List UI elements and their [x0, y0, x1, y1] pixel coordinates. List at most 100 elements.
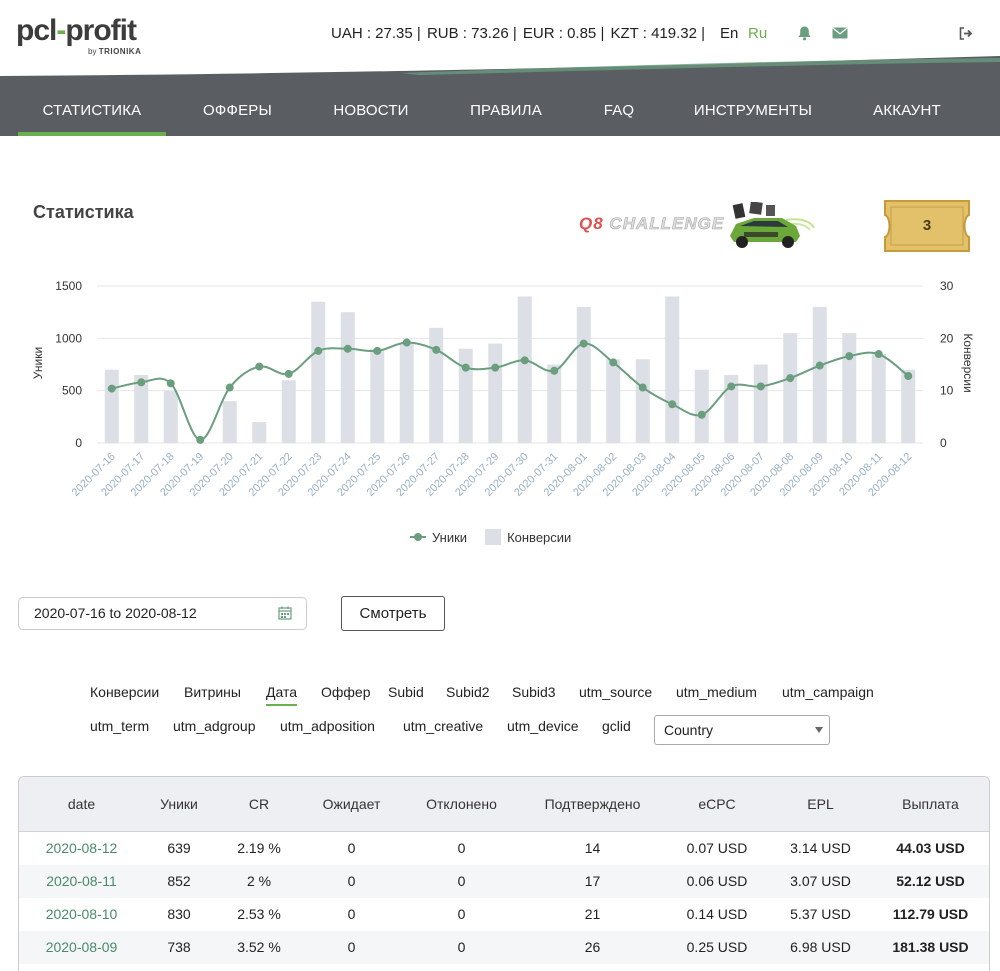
cell-uniques: 639 — [167, 840, 191, 856]
promo-banner[interactable]: Q8 CHALLENGE — [576, 190, 846, 250]
nav-account[interactable]: АККАУНТ — [862, 76, 952, 136]
legend-uniques[interactable]: Уники — [410, 530, 467, 545]
cell-epl: 3.14 USD — [790, 840, 851, 856]
view-button[interactable]: Смотреть — [341, 596, 445, 631]
legend-conversions[interactable]: Конверсии — [485, 529, 571, 545]
table-row: 2020-08-09 738 3.52 % 0 0 26 0.25 USD 6.98 USD 1… — [19, 931, 989, 964]
cell-date[interactable]: 2020-08-09 — [19, 931, 144, 964]
cell-date[interactable]: 2020-08-12 — [19, 832, 144, 865]
nav-rules[interactable]: ПРАВИЛА — [458, 76, 554, 136]
y-left-tick-label: 500 — [62, 384, 82, 398]
conversion-bar — [104, 369, 119, 443]
calendar-icon[interactable] — [278, 606, 292, 620]
stats-chart: 0 0 500 10 1000 20 1500 30 Уники Конверсии 2020-07… — [0, 270, 1000, 570]
mail-icon[interactable] — [831, 24, 849, 42]
col-epl[interactable]: EPL — [773, 777, 868, 832]
tab-utm-device[interactable]: utm_device — [507, 718, 579, 734]
tab-offer[interactable]: Оффер — [321, 684, 371, 700]
tab-showcases[interactable]: Витрины — [184, 684, 241, 700]
uniques-point — [815, 361, 824, 370]
tab-utm-campaign[interactable]: utm_campaign — [782, 684, 874, 700]
conversion-bar — [163, 390, 178, 443]
cell-date[interactable]: 2020-08-10 — [19, 898, 144, 931]
tab-utm-source[interactable]: utm_source — [579, 684, 652, 700]
col-date[interactable]: date — [19, 777, 144, 832]
tab-gclid[interactable]: gclid — [602, 718, 631, 734]
uniques-point — [845, 352, 854, 361]
conversion-bar — [252, 422, 267, 443]
tab-utm-term[interactable]: utm_term — [90, 718, 149, 734]
tab-subid2[interactable]: Subid2 — [446, 684, 490, 700]
col-payout[interactable]: Выплата — [868, 777, 989, 832]
col-rejected[interactable]: Отклонено — [399, 777, 524, 832]
top-header: pcl-profit by TRIONIKA UAH : 27.35 | RUB… — [0, 0, 1000, 76]
cell-cr: 3.52 % — [237, 939, 281, 955]
cell-pending: 0 — [347, 939, 356, 955]
col-confirmed[interactable]: Подтверждено — [524, 777, 661, 832]
conversion-bar — [783, 333, 798, 443]
cell-confirmed: 17 — [584, 873, 601, 889]
uniques-point — [461, 363, 470, 372]
header-wave-decoration — [0, 56, 1000, 76]
bell-icon[interactable] — [795, 24, 813, 42]
y-right-tick-label: 0 — [940, 436, 947, 450]
uniques-point — [255, 362, 264, 371]
rate-rub: RUB : 73.26 | — [426, 25, 517, 42]
uniques-point — [727, 382, 736, 391]
nav-news[interactable]: НОВОСТИ — [322, 76, 420, 136]
cell-pending: 0 — [347, 840, 356, 856]
nav-statistics[interactable]: СТАТИСТИКА — [18, 76, 166, 136]
col-uniques[interactable]: Уники — [144, 777, 214, 832]
tab-utm-medium[interactable]: utm_medium — [676, 684, 757, 700]
conversion-bar — [222, 401, 237, 443]
tab-utm-creative[interactable]: utm_creative — [403, 718, 483, 734]
conversion-bar — [370, 348, 385, 443]
rate-uah: UAH : 27.35 | — [331, 25, 421, 42]
nav-faq[interactable]: FAQ — [594, 76, 644, 136]
table-row: 2020-08-10 830 2.53 % 0 0 21 0.14 USD 5.37 USD 1… — [19, 898, 989, 931]
logout-icon[interactable] — [957, 24, 975, 42]
cell-payout: 52.12 USD — [896, 873, 965, 889]
stats-table: date Уники CR Ожидает Отклонено Подтверж… — [18, 776, 990, 971]
logo-tagline: by TRIONIKA — [88, 47, 142, 56]
tab-utm-adposition[interactable]: utm_adposition — [280, 718, 375, 734]
country-select-value: Country — [664, 722, 714, 738]
y-left-tick-label: 1000 — [55, 331, 82, 345]
y-right-tick-label: 30 — [940, 279, 954, 293]
country-select[interactable]: Country — [654, 715, 830, 745]
conversion-bar — [753, 364, 768, 443]
uniques-point — [609, 358, 618, 367]
col-cr[interactable]: CR — [214, 777, 304, 832]
tab-subid[interactable]: Subid — [388, 684, 424, 700]
tab-subid3[interactable]: Subid3 — [512, 684, 556, 700]
uniques-point — [225, 383, 234, 392]
tab-conversions[interactable]: Конверсии — [90, 684, 159, 700]
y-left-axis-label: Уники — [31, 347, 45, 379]
cell-date[interactable]: 2020-08-11 — [19, 865, 144, 898]
page-title: Статистика — [33, 202, 134, 222]
lang-en-link[interactable]: En — [720, 25, 738, 42]
uniques-point — [786, 374, 795, 383]
rate-eur: EUR : 0.85 | — [522, 25, 605, 42]
date-range-input[interactable]: 2020-07-16 to 2020-08-12 — [18, 597, 307, 630]
logo[interactable]: pcl-profit by TRIONIKA — [16, 14, 156, 60]
conversion-bar — [871, 354, 886, 443]
nav-offers[interactable]: ОФФЕРЫ — [190, 76, 285, 136]
lang-ru-link[interactable]: Ru — [748, 25, 767, 42]
conversion-bar — [517, 296, 532, 443]
cell-uniques: 852 — [167, 873, 191, 889]
cell-epl: 5.37 USD — [790, 906, 851, 922]
chevron-down-icon — [815, 727, 823, 733]
ticket-counter[interactable]: 3 — [881, 195, 973, 257]
table-row: 2020-08-11 852 2 % 0 0 17 0.06 USD 3.07 USD 52.1… — [19, 865, 989, 898]
nav-tools[interactable]: ИНСТРУМЕНТЫ — [684, 76, 822, 136]
cell-rejected: 0 — [457, 873, 466, 889]
tab-date[interactable]: Дата — [266, 684, 298, 706]
uniques-point — [166, 379, 175, 388]
col-pending[interactable]: Ожидает — [304, 777, 399, 832]
col-ecpc[interactable]: eCPC — [661, 777, 773, 832]
conversion-bar — [488, 343, 503, 443]
cell-confirmed: 21 — [584, 906, 601, 922]
uniques-point — [314, 346, 323, 355]
tab-utm-adgroup[interactable]: utm_adgroup — [173, 718, 256, 734]
